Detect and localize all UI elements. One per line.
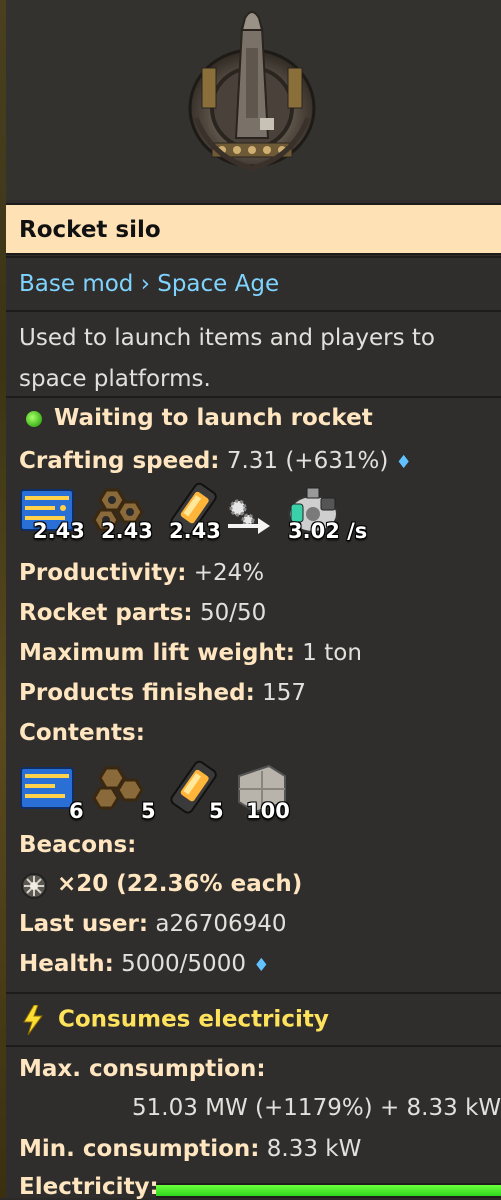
ingredient-amount: 2.43	[101, 519, 153, 543]
max-consumption-value-row: 51.03 MW (+1179%) + 8.33 kW	[132, 1095, 501, 1121]
ingredient-amount: 2.43	[33, 519, 85, 543]
entity-title-bar: Rocket silo	[6, 203, 501, 255]
item-count: 5	[141, 799, 156, 823]
health-row: Health: 5000/5000 ♦	[19, 951, 269, 977]
rocket-parts-value: 50/50	[199, 600, 267, 626]
electricity-bar	[156, 1183, 501, 1198]
status-indicator-icon	[26, 410, 42, 427]
lightning-icon	[22, 1004, 44, 1036]
entity-preview	[6, 0, 501, 200]
electricity-bar-fill	[156, 1185, 501, 1196]
productivity-label: Productivity:	[19, 560, 187, 586]
contents-row: Contents:	[19, 720, 145, 746]
item-count: 6	[69, 799, 84, 823]
item-count: 100	[246, 799, 290, 823]
last-user-label: Last user:	[19, 911, 149, 937]
min-consumption-value: 8.33 kW	[266, 1136, 362, 1162]
breadcrumb: Base mod › Space Age	[19, 271, 279, 297]
status-row: Waiting to launch rocket	[19, 405, 373, 431]
beacons-detail-text: ×20 (22.36% each)	[57, 871, 303, 897]
product-rate: 3.02 /s	[288, 519, 368, 543]
divider	[6, 396, 501, 398]
max-consumption-label: Max. consumption:	[19, 1056, 266, 1082]
max-consumption-row: Max. consumption:	[19, 1056, 266, 1082]
health-value: 5000/5000	[121, 951, 246, 977]
entity-tooltip-panel: Rocket silo Base mod › Space Age Used to…	[6, 0, 501, 1200]
breadcrumb-base-mod[interactable]: Base mod	[19, 271, 133, 297]
contents-label: Contents:	[19, 720, 145, 746]
health-label: Health:	[19, 951, 114, 977]
productivity-value: +24%	[193, 560, 265, 586]
electricity-heading-text: Consumes electricity	[58, 1006, 329, 1033]
divider	[6, 992, 501, 994]
beacons-label: Beacons:	[19, 832, 137, 858]
divider	[6, 256, 501, 258]
status-text: Waiting to launch rocket	[54, 405, 373, 431]
min-consumption-label: Min. consumption:	[19, 1136, 260, 1162]
electricity-bar-row: Electricity:	[19, 1174, 159, 1200]
beacons-detail-row: ×20 (22.36% each)	[19, 871, 303, 899]
craft-arrow-icon	[224, 494, 274, 534]
lift-weight-value: 1 ton	[302, 640, 362, 666]
breadcrumb-space-age[interactable]: Space Age	[157, 271, 279, 297]
diamond-icon: ♦	[253, 955, 270, 976]
divider	[6, 1045, 501, 1047]
rocket-silo-icon	[188, 11, 316, 171]
divider	[6, 310, 501, 312]
max-consumption-value: 51.03 MW (+1179%) + 8.33 kW	[132, 1095, 501, 1121]
entity-title: Rocket silo	[19, 217, 161, 243]
diamond-icon: ♦	[395, 452, 412, 473]
crafting-speed-row: Crafting speed: 7.31 (+631%) ♦	[19, 448, 412, 474]
products-finished-value: 157	[262, 680, 307, 706]
crafting-speed-value: 7.31 (+631%)	[226, 448, 389, 474]
lift-weight-label: Maximum lift weight:	[19, 640, 295, 666]
last-user-row: Last user: a26706940	[19, 911, 287, 937]
item-count: 5	[209, 799, 224, 823]
beacon-icon	[19, 872, 49, 899]
rocket-parts-label: Rocket parts:	[19, 600, 193, 626]
crafting-speed-label: Crafting speed:	[19, 448, 220, 474]
last-user-value: a26706940	[155, 911, 287, 937]
min-consumption-row: Min. consumption: 8.33 kW	[19, 1136, 361, 1162]
products-finished-row: Products finished: 157	[19, 680, 306, 706]
rocket-parts-row: Rocket parts: 50/50	[19, 600, 266, 626]
breadcrumb-separator: ›	[140, 271, 150, 297]
products-finished-label: Products finished:	[19, 680, 255, 706]
electricity-heading: Consumes electricity	[19, 1004, 329, 1036]
lift-weight-row: Maximum lift weight: 1 ton	[19, 640, 362, 666]
productivity-row: Productivity: +24%	[19, 560, 264, 586]
entity-description: Used to launch items and players to spac…	[19, 325, 435, 392]
beacons-row: Beacons:	[19, 832, 136, 858]
electricity-bar-label: Electricity:	[19, 1174, 159, 1200]
ingredient-amount: 2.43	[169, 519, 221, 543]
